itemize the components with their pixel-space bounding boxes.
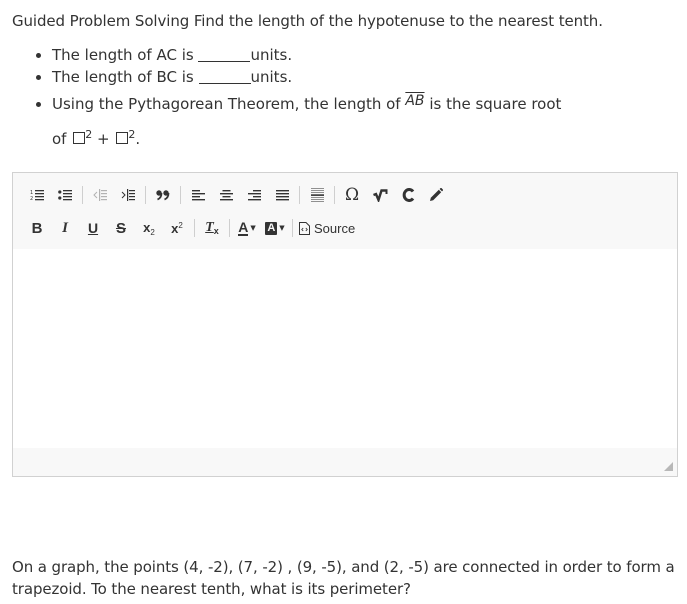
placeholder-box-icon	[116, 132, 129, 144]
draw-button[interactable]	[422, 183, 450, 207]
pencil-icon	[430, 188, 443, 201]
chevron-down-icon: ▼	[279, 224, 285, 232]
formula-line: of 2 + 2.	[52, 124, 561, 150]
background-color-icon: A	[265, 221, 278, 235]
bulleted-list-icon	[58, 190, 72, 201]
hint-item-ac: The length of AC is units.	[52, 44, 561, 66]
background-color-button[interactable]: A ▼	[261, 216, 289, 240]
toolbar-separator	[180, 186, 181, 204]
segment-ab: AB	[405, 93, 425, 109]
toolbar-row-2: B I U S x2 x2 Tx A ▼ A ▼ Source	[23, 215, 358, 241]
hint-suffix: units.	[250, 68, 293, 86]
editor-status-bar	[13, 448, 677, 476]
source-code-icon	[299, 221, 310, 235]
increase-indent-button[interactable]	[114, 183, 142, 207]
align-right-button[interactable]	[240, 183, 268, 207]
toolbar-row-1: 12 Ω	[23, 182, 450, 208]
horizontal-line-button[interactable]	[303, 183, 331, 207]
editor-toolbar: 12 Ω B I U S x2 x2 Tx A ▼ A ▼ Source	[13, 173, 677, 250]
align-left-icon	[191, 189, 205, 200]
subscript-index: 2	[150, 227, 155, 237]
source-label: Source	[314, 220, 356, 236]
numbered-list-icon: 12	[30, 190, 44, 201]
align-left-button[interactable]	[184, 183, 212, 207]
strikethrough-icon: S	[115, 219, 126, 237]
resize-handle-icon[interactable]	[664, 462, 673, 471]
hint-suffix: units.	[250, 46, 293, 64]
bold-button[interactable]: B	[23, 216, 51, 240]
toolbar-separator	[145, 186, 146, 204]
hint-list: The length of AC is units. The length of…	[32, 44, 561, 150]
toolbar-separator	[82, 186, 83, 204]
hint-item-bc: The length of BC is units.	[52, 66, 561, 88]
bulleted-list-button[interactable]	[51, 183, 79, 207]
superscript-icon: x2	[171, 221, 183, 236]
answer-blank	[198, 69, 251, 84]
square-root-icon	[372, 188, 387, 202]
italic-icon: I	[62, 219, 68, 236]
outdent-icon	[93, 189, 107, 201]
question-2-text: On a graph, the points (4, -2), (7, -2) …	[12, 558, 675, 598]
toolbar-separator	[334, 186, 335, 204]
toolbar-separator	[299, 186, 300, 204]
numbered-list-button[interactable]: 12	[23, 183, 51, 207]
question-title: Guided Problem Solving Find the length o…	[12, 12, 603, 30]
plus-operator: +	[92, 130, 115, 148]
hint-text: The length of AC is	[52, 46, 199, 64]
formula-prefix: of	[52, 130, 72, 148]
placeholder-box-icon	[73, 132, 86, 144]
toolbar-separator	[229, 219, 230, 237]
formula-suffix: .	[135, 130, 141, 148]
strikethrough-button[interactable]: S	[107, 216, 135, 240]
hint-text: The length of BC is	[52, 68, 199, 86]
remove-format-x: x	[213, 226, 219, 236]
text-color-icon: A	[238, 218, 249, 236]
horizontal-line-icon	[310, 188, 324, 202]
toolbar-separator	[292, 219, 293, 237]
hint-item-pythagorean: Using the Pythagorean Theorem, the lengt…	[52, 93, 561, 150]
underline-button[interactable]: U	[79, 216, 107, 240]
align-center-button[interactable]	[212, 183, 240, 207]
toolbar-separator	[194, 219, 195, 237]
subscript-button[interactable]: x2	[135, 216, 163, 240]
superscript-button[interactable]: x2	[163, 216, 191, 240]
quote-icon	[156, 190, 170, 201]
rich-text-editor: 12 Ω B I U S x2 x2 Tx A ▼ A ▼ Source	[12, 172, 678, 477]
chemistry-button[interactable]	[394, 183, 422, 207]
decrease-indent-button[interactable]	[86, 183, 114, 207]
math-button[interactable]	[366, 183, 394, 207]
answer-blank	[198, 47, 251, 62]
source-button[interactable]: Source	[296, 216, 358, 240]
hint-suffix: is the square root	[424, 95, 562, 113]
subscript-icon: x2	[143, 220, 155, 237]
chemistry-c-icon	[402, 188, 414, 202]
remove-format-button[interactable]: Tx	[198, 216, 226, 240]
underline-icon: U	[87, 220, 99, 236]
justify-button[interactable]	[268, 183, 296, 207]
bold-icon: B	[31, 219, 43, 237]
special-char-button[interactable]: Ω	[338, 183, 366, 207]
remove-format-icon: Tx	[205, 220, 219, 236]
blockquote-button[interactable]	[149, 183, 177, 207]
text-color-button[interactable]: A ▼	[233, 216, 261, 240]
editor-content-area[interactable]	[13, 249, 677, 450]
omega-icon: Ω	[344, 185, 360, 205]
svg-text:2: 2	[30, 196, 33, 201]
align-center-icon	[219, 189, 233, 200]
chevron-down-icon: ▼	[250, 224, 256, 232]
italic-button[interactable]: I	[51, 216, 79, 240]
indent-icon	[121, 189, 135, 201]
align-right-icon	[247, 189, 261, 200]
hint-text: Using the Pythagorean Theorem, the lengt…	[52, 95, 406, 113]
align-justify-icon	[275, 189, 289, 200]
superscript-index: 2	[178, 220, 183, 230]
remove-format-t: T	[205, 220, 214, 235]
